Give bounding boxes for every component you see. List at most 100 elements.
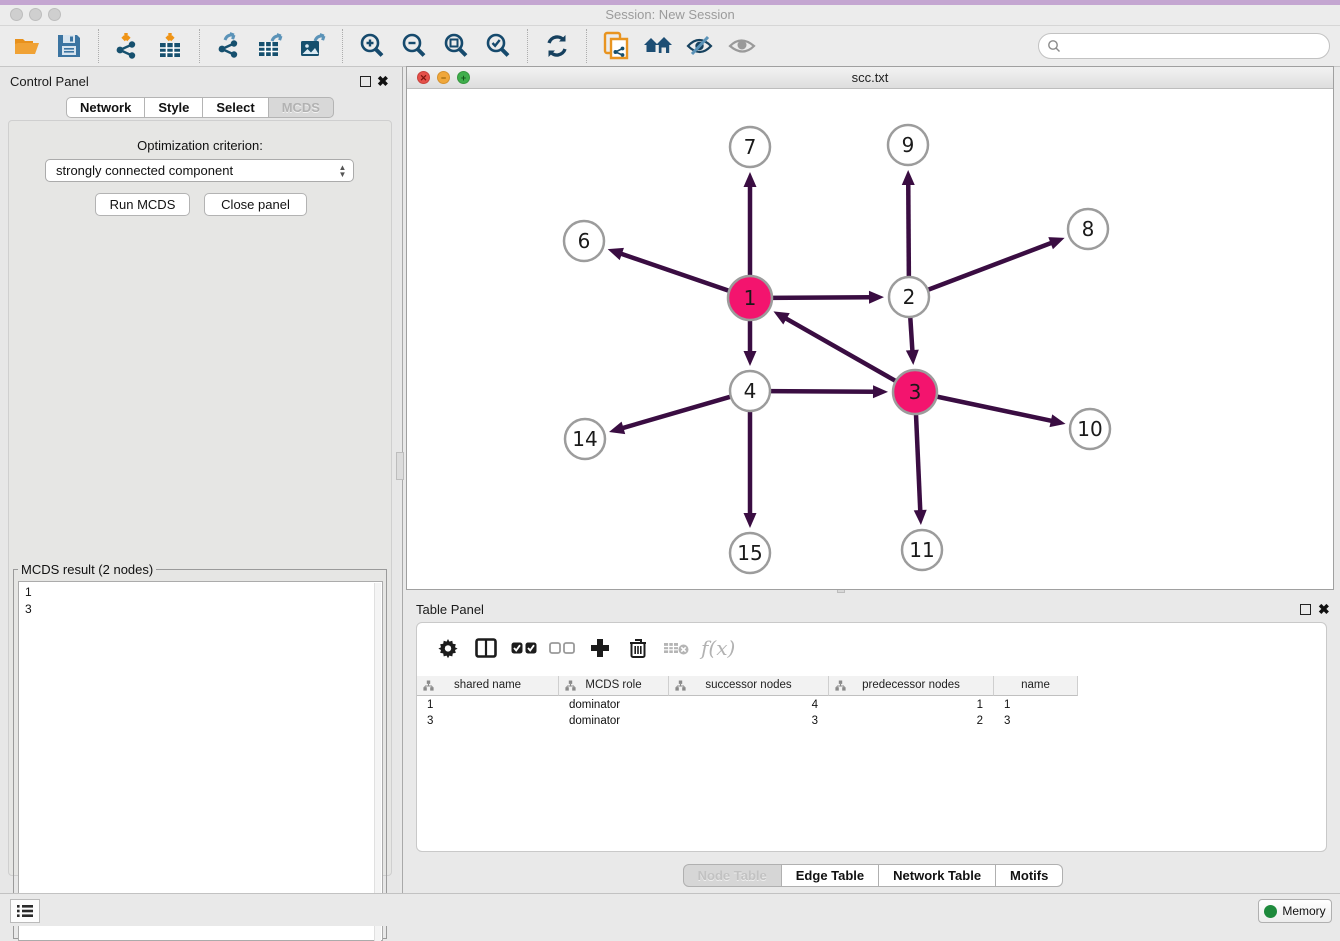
task-history-button[interactable] bbox=[10, 899, 40, 923]
window-title: Session: New Session bbox=[0, 7, 1340, 22]
toolbar-divider bbox=[527, 29, 528, 63]
node-table-rows: 1dominator4113dominator323 bbox=[417, 697, 1326, 729]
table-cell[interactable]: 4 bbox=[669, 697, 829, 713]
column-header-shared-name[interactable]: shared name bbox=[417, 676, 559, 696]
open-session-icon[interactable] bbox=[10, 29, 44, 63]
zoom-in-icon[interactable] bbox=[355, 29, 389, 63]
control-panel-close-icon[interactable]: ✖ bbox=[377, 72, 389, 90]
tab-mcds[interactable]: MCDS bbox=[269, 97, 334, 118]
zoom-fit-icon[interactable] bbox=[439, 29, 473, 63]
network-canvas[interactable]: 1234678910111415 bbox=[407, 89, 1333, 589]
table-panel-header: Table Panel ✖ bbox=[406, 600, 1340, 620]
column-header-MCDS-role[interactable]: MCDS role bbox=[559, 676, 669, 696]
column-header-name[interactable]: name bbox=[994, 676, 1078, 696]
mcds-result-text[interactable]: 13 bbox=[18, 581, 383, 941]
memory-button[interactable]: Memory bbox=[1258, 899, 1332, 923]
mcds-result-title: MCDS result (2 nodes) bbox=[18, 562, 156, 577]
graph-edge-1-2[interactable] bbox=[770, 297, 872, 298]
export-table-icon[interactable] bbox=[254, 29, 288, 63]
graph-node-label: 7 bbox=[744, 135, 757, 159]
graph-node-label: 1 bbox=[744, 286, 757, 310]
table-cell[interactable]: 1 bbox=[994, 697, 1078, 713]
column-header-successor-nodes[interactable]: successor nodes bbox=[669, 676, 829, 696]
run-mcds-button[interactable]: Run MCDS bbox=[95, 193, 190, 216]
graph-node-label: 8 bbox=[1082, 217, 1095, 241]
table-cell[interactable]: 3 bbox=[994, 713, 1078, 729]
tab-select[interactable]: Select bbox=[203, 97, 268, 118]
main-toolbar bbox=[0, 26, 1340, 67]
import-network-icon[interactable] bbox=[111, 29, 145, 63]
table-cell[interactable]: dominator bbox=[559, 697, 669, 713]
graph-node-label: 3 bbox=[909, 380, 922, 404]
tab-network[interactable]: Network bbox=[66, 97, 145, 118]
graph-edge-3-11[interactable] bbox=[916, 412, 920, 513]
table-cell[interactable]: 2 bbox=[829, 713, 994, 729]
mcds-result-line: 1 bbox=[25, 584, 376, 601]
column-layout-icon[interactable] bbox=[471, 633, 501, 663]
graph-edge-4-3[interactable] bbox=[768, 391, 876, 392]
save-session-icon[interactable] bbox=[52, 29, 86, 63]
export-network-icon[interactable] bbox=[212, 29, 246, 63]
table-cell[interactable]: 3 bbox=[669, 713, 829, 729]
graph-edge-1-6[interactable] bbox=[619, 253, 731, 291]
add-column-icon[interactable] bbox=[585, 633, 615, 663]
tab-motifs[interactable]: Motifs bbox=[996, 864, 1063, 887]
column-header-predecessor-nodes[interactable]: predecessor nodes bbox=[829, 676, 994, 696]
dropdown-stepper-icon: ▲▼ bbox=[334, 161, 351, 180]
network-graph[interactable]: 1234678910111415 bbox=[407, 89, 1333, 589]
search-input[interactable] bbox=[1061, 35, 1329, 57]
tab-edge-table[interactable]: Edge Table bbox=[782, 864, 879, 887]
status-bar: Memory bbox=[0, 893, 1340, 926]
mcds-result-scrollbar[interactable] bbox=[374, 583, 381, 941]
table-cell[interactable]: 3 bbox=[417, 713, 559, 729]
zoom-out-icon[interactable] bbox=[397, 29, 431, 63]
criterion-value: strongly connected component bbox=[56, 163, 233, 178]
mcds-panel-body: Optimization criterion: strongly connect… bbox=[8, 120, 392, 876]
show-graphics-details-icon bbox=[725, 29, 759, 63]
refresh-layout-icon[interactable] bbox=[540, 29, 574, 63]
table-cell[interactable]: dominator bbox=[559, 713, 669, 729]
delete-column-icon[interactable] bbox=[623, 633, 653, 663]
search-box bbox=[1038, 33, 1330, 59]
export-image-icon[interactable] bbox=[296, 29, 330, 63]
mcds-result-line: 3 bbox=[25, 601, 376, 618]
table-cell[interactable]: 1 bbox=[829, 697, 994, 713]
table-row[interactable]: 3dominator323 bbox=[417, 713, 1326, 729]
tab-node-table[interactable]: Node Table bbox=[683, 864, 782, 887]
zoom-selected-icon[interactable] bbox=[481, 29, 515, 63]
hide-graphics-details-icon[interactable] bbox=[683, 29, 717, 63]
vertical-splitter-handle[interactable] bbox=[396, 452, 404, 480]
graph-node-label: 11 bbox=[909, 538, 934, 562]
graph-edge-3-10[interactable] bbox=[935, 396, 1054, 421]
graph-edge-2-8[interactable] bbox=[926, 242, 1054, 290]
table-panel-close-icon[interactable]: ✖ bbox=[1318, 600, 1330, 618]
import-table-icon[interactable] bbox=[153, 29, 187, 63]
session-documents-icon[interactable] bbox=[599, 29, 633, 63]
graph-edge-arrowhead bbox=[744, 351, 757, 366]
table-cell[interactable]: 1 bbox=[417, 697, 559, 713]
table-settings-icon[interactable] bbox=[433, 633, 463, 663]
deselect-all-checkboxes-icon[interactable] bbox=[547, 633, 577, 663]
show-all-views-icon[interactable] bbox=[641, 29, 675, 63]
vertical-splitter[interactable] bbox=[402, 67, 403, 893]
control-panel-float-icon[interactable] bbox=[360, 76, 371, 87]
title-bar: Session: New Session bbox=[0, 0, 1340, 26]
mcds-result-fieldset: MCDS result (2 nodes) 13 bbox=[13, 562, 387, 939]
tab-network-table[interactable]: Network Table bbox=[879, 864, 996, 887]
graph-edge-2-3[interactable] bbox=[910, 315, 912, 353]
network-window-titlebar[interactable]: ✕ − + scc.txt bbox=[407, 67, 1333, 89]
graph-node-label: 9 bbox=[902, 133, 915, 157]
graph-edge-3-1[interactable] bbox=[784, 317, 898, 382]
graph-edge-arrowhead bbox=[609, 422, 625, 434]
graph-edge-2-9[interactable] bbox=[908, 182, 909, 279]
close-panel-button[interactable]: Close panel bbox=[204, 193, 307, 216]
tab-style[interactable]: Style bbox=[145, 97, 203, 118]
graph-edge-4-14[interactable] bbox=[621, 396, 733, 429]
graph-edge-arrowhead bbox=[906, 350, 919, 365]
toolbar-divider bbox=[342, 29, 343, 63]
table-panel-float-icon[interactable] bbox=[1300, 604, 1311, 615]
select-all-checkboxes-icon[interactable] bbox=[509, 633, 539, 663]
table-row[interactable]: 1dominator411 bbox=[417, 697, 1326, 713]
graph-edge-arrowhead bbox=[608, 248, 624, 260]
criterion-dropdown[interactable]: strongly connected component ▲▼ bbox=[45, 159, 354, 182]
